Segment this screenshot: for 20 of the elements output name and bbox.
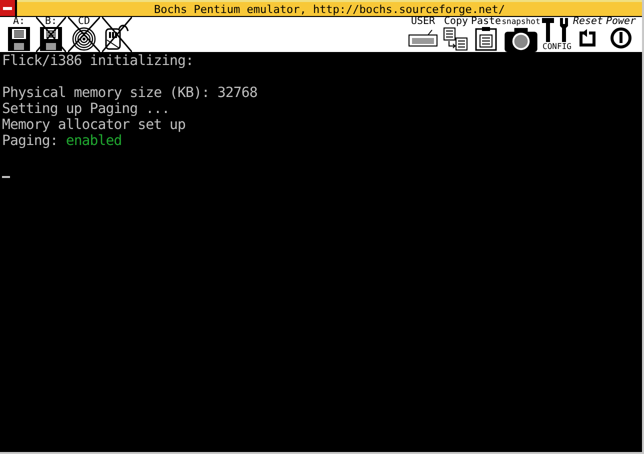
keyboard-icon	[408, 27, 438, 47]
console-line: Paging: enabled	[2, 133, 123, 149]
copy-button[interactable]: Copy	[441, 17, 471, 52]
console-line: Memory allocator set up	[2, 117, 187, 133]
power-icon	[610, 27, 632, 49]
close-button[interactable]	[0, 0, 17, 16]
reset-button[interactable]: Reset	[573, 17, 603, 52]
floppy-button[interactable]: A:	[4, 17, 34, 52]
snapshot-button[interactable]: snapshot	[501, 17, 541, 52]
power-button[interactable]: Power	[604, 17, 638, 52]
cd-icon	[72, 27, 96, 51]
window-title: Bochs Pentium emulator, http://bochs.sourceforge.net/	[154, 2, 505, 16]
console-line: Flick/i386 initializing:	[2, 53, 194, 69]
user-keyboard-button[interactable]: USER	[406, 17, 440, 52]
console-line: Setting up Paging ...	[2, 101, 171, 117]
reset-icon	[578, 27, 598, 47]
config-button[interactable]: CONFIG	[542, 17, 572, 52]
close-icon	[3, 6, 12, 10]
console-line: Physical memory size (KB): 32768	[2, 85, 258, 101]
paste-button[interactable]: Paste	[472, 17, 500, 52]
